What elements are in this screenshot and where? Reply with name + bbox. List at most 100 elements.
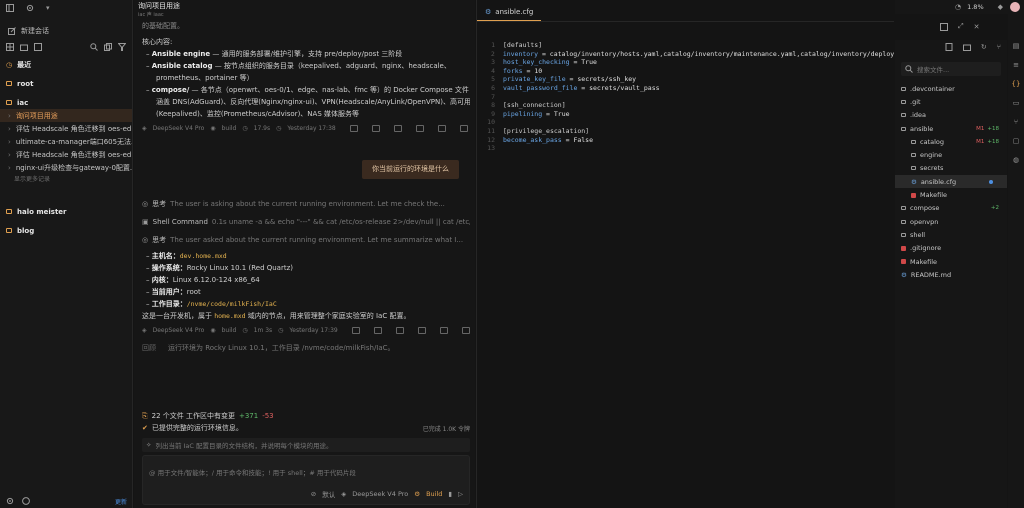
code-token: = True: [542, 109, 570, 118]
gear-icon[interactable]: [6, 497, 14, 505]
sidebar-session-item[interactable]: › 询问项目用途: [0, 109, 132, 122]
window-icon[interactable]: [34, 43, 42, 51]
file-tree-item[interactable]: .git: [895, 95, 1007, 108]
chat-subtitle: iac 声 iaac: [138, 12, 164, 18]
file-tree-item[interactable]: ansible M1 +18: [895, 122, 1007, 135]
tab-ansible-cfg[interactable]: ⚙ ansible.cfg: [477, 3, 542, 21]
sidebar-session-item[interactable]: › 评估 Headscale 角色迁移到 oes-ed...: [0, 148, 132, 161]
changes-summary[interactable]: ⎘ 22 个文件 工作区中有变更 +371 -53: [142, 410, 470, 422]
model-selector[interactable]: DeepSeek V4 Pro: [352, 490, 408, 498]
new-folder-icon[interactable]: [962, 44, 971, 51]
file-search-input[interactable]: 搜索文件...: [901, 62, 1001, 76]
sidebar-bottom: 更新: [0, 494, 133, 508]
chat-input[interactable]: @ 用于文件/智能体；/ 用于命令和技能；! 用于 shell；# 用于代码片段…: [142, 455, 470, 505]
file-tree-item[interactable]: compose +2: [895, 202, 1007, 215]
globe-icon[interactable]: ◍: [1013, 156, 1019, 164]
file-tree-item[interactable]: .gitignore: [895, 242, 1007, 255]
file-name: catalog: [920, 137, 944, 146]
close-icon[interactable]: ✕: [974, 22, 980, 31]
avatar[interactable]: [1010, 2, 1020, 12]
think-block[interactable]: ◎ 思考 The user asked about the current ru…: [142, 234, 470, 246]
sidebar-folder[interactable]: halo meister: [0, 205, 132, 218]
filter-icon[interactable]: [118, 43, 126, 51]
share-icon[interactable]: [417, 326, 426, 334]
terminal-icon[interactable]: ▭: [1013, 99, 1020, 107]
file-tree-item[interactable]: .devcontainer: [895, 82, 1007, 95]
file-tree-item[interactable]: Makefile: [895, 188, 1007, 201]
file-tree-item[interactable]: ⚙ ansible.cfg: [895, 175, 1007, 189]
sidebar-session-item[interactable]: › nginx-ui升级检查与gateway-0配置...: [0, 161, 132, 174]
timestamp: Yesterday 17:39: [289, 326, 338, 334]
code-editor[interactable]: 1 [defaults] 2 inventory = catalog/inventor…: [477, 22, 894, 153]
attach-icon[interactable]: ⊘: [311, 490, 316, 498]
help-icon[interactable]: [22, 497, 30, 505]
panel-toggle-icon[interactable]: [6, 4, 14, 12]
copy-icon[interactable]: [351, 326, 360, 334]
status-right: 已完成 1.0K 令牌: [422, 425, 470, 433]
new-chat-button[interactable]: 新建会话: [0, 22, 132, 36]
file-tree-item[interactable]: Makefile: [895, 255, 1007, 268]
new-file-icon[interactable]: [945, 43, 953, 51]
bullet-text: — 各节点（openwrt、oes-0/1、edge、nas-lab、fmc 等…: [189, 86, 469, 94]
undo-icon[interactable]: [371, 124, 380, 132]
chevron-down-icon[interactable]: ▾: [46, 4, 50, 12]
fork-icon[interactable]: [395, 326, 404, 334]
file-tree-item[interactable]: .idea: [895, 109, 1007, 122]
assistant-response: ◎ 思考 The user is asking about the curren…: [142, 198, 470, 354]
env-item: – 当前用户：root: [142, 286, 470, 298]
shell-command-block[interactable]: ▣ Shell Command 0.1s uname -a && echo "-…: [142, 216, 470, 228]
bookmark-icon[interactable]: [459, 124, 468, 132]
search-icon[interactable]: [90, 43, 98, 51]
undo-icon[interactable]: [373, 326, 382, 334]
bookmark-icon[interactable]: [461, 326, 470, 334]
file-tree-item[interactable]: ⚙ README.md: [895, 268, 1007, 281]
refresh-icon[interactable]: ↻: [981, 43, 987, 51]
folder-icon: [901, 113, 906, 118]
split-icon[interactable]: [940, 22, 948, 31]
bullet-text: — 按节点组织的服务目录（keepalived、adguard、nginx、he…: [212, 62, 451, 70]
default-mode[interactable]: 默认: [322, 489, 335, 499]
book-icon[interactable]: ▤: [1013, 42, 1020, 50]
think-block[interactable]: ◎ 思考 The user is asking about the curren…: [142, 198, 470, 210]
copy-icon[interactable]: [349, 124, 358, 132]
send-icon[interactable]: ▷: [458, 490, 463, 498]
git-icon[interactable]: ⑂: [1014, 118, 1018, 126]
file-tree-item[interactable]: engine: [895, 148, 1007, 161]
file-name: compose: [910, 204, 940, 213]
file-tree-item[interactable]: secrets: [895, 162, 1007, 175]
settings-icon[interactable]: [26, 4, 34, 12]
file-tree-item[interactable]: openvpn: [895, 215, 1007, 228]
list-icon[interactable]: ≡: [1013, 61, 1019, 69]
comment-icon[interactable]: [437, 124, 446, 132]
sidebar-session-item[interactable]: › ultimate-ca-manager端口605无法...: [0, 135, 132, 148]
grid-icon[interactable]: [6, 43, 14, 51]
think-label: 思考: [152, 200, 167, 208]
suggestion-chip[interactable]: ✧ 列出当前 IaC 配置目录的文件结构，并说明每个模块的用途。: [142, 438, 470, 452]
box-icon[interactable]: ▢: [1013, 137, 1020, 145]
code-token: = secrets/vault_pass: [577, 83, 660, 92]
file-tree-item[interactable]: catalog M1 +18: [895, 135, 1007, 148]
sidebar-folder[interactable]: iac: [0, 96, 132, 109]
line-number: 5: [491, 75, 495, 84]
sidebar-session-item[interactable]: 显示更多记录: [0, 174, 132, 183]
sidebar-folder[interactable]: root: [0, 77, 132, 90]
layers-icon[interactable]: ◆: [998, 3, 1003, 11]
right-rail: ▤ ≡ {} ▭ ⑂ ▢ ◍: [1008, 14, 1024, 508]
lines-removed: -53: [262, 412, 274, 420]
folder-add-icon[interactable]: [20, 43, 28, 51]
build-mode[interactable]: Build: [426, 490, 442, 498]
code-icon[interactable]: {}: [1012, 80, 1021, 88]
fork-icon[interactable]: [393, 124, 402, 132]
git-branch-icon[interactable]: ⑂: [997, 43, 1001, 51]
sidebar-folder[interactable]: blog: [0, 224, 132, 237]
copy-icon[interactable]: [104, 43, 112, 51]
changes-text: 22 个文件 工作区中有变更: [151, 412, 235, 420]
expand-icon[interactable]: ⤢: [958, 22, 964, 31]
share-icon[interactable]: [415, 124, 424, 132]
file-tree-item[interactable]: shell: [895, 228, 1007, 241]
comment-icon[interactable]: [439, 326, 448, 334]
terminal-icon: ▣: [142, 218, 149, 226]
mic-icon[interactable]: ▮: [448, 490, 452, 498]
update-button[interactable]: 更新: [115, 497, 127, 506]
sidebar-session-item[interactable]: › 评估 Headscale 角色迁移到 oes-ed...: [0, 122, 132, 135]
